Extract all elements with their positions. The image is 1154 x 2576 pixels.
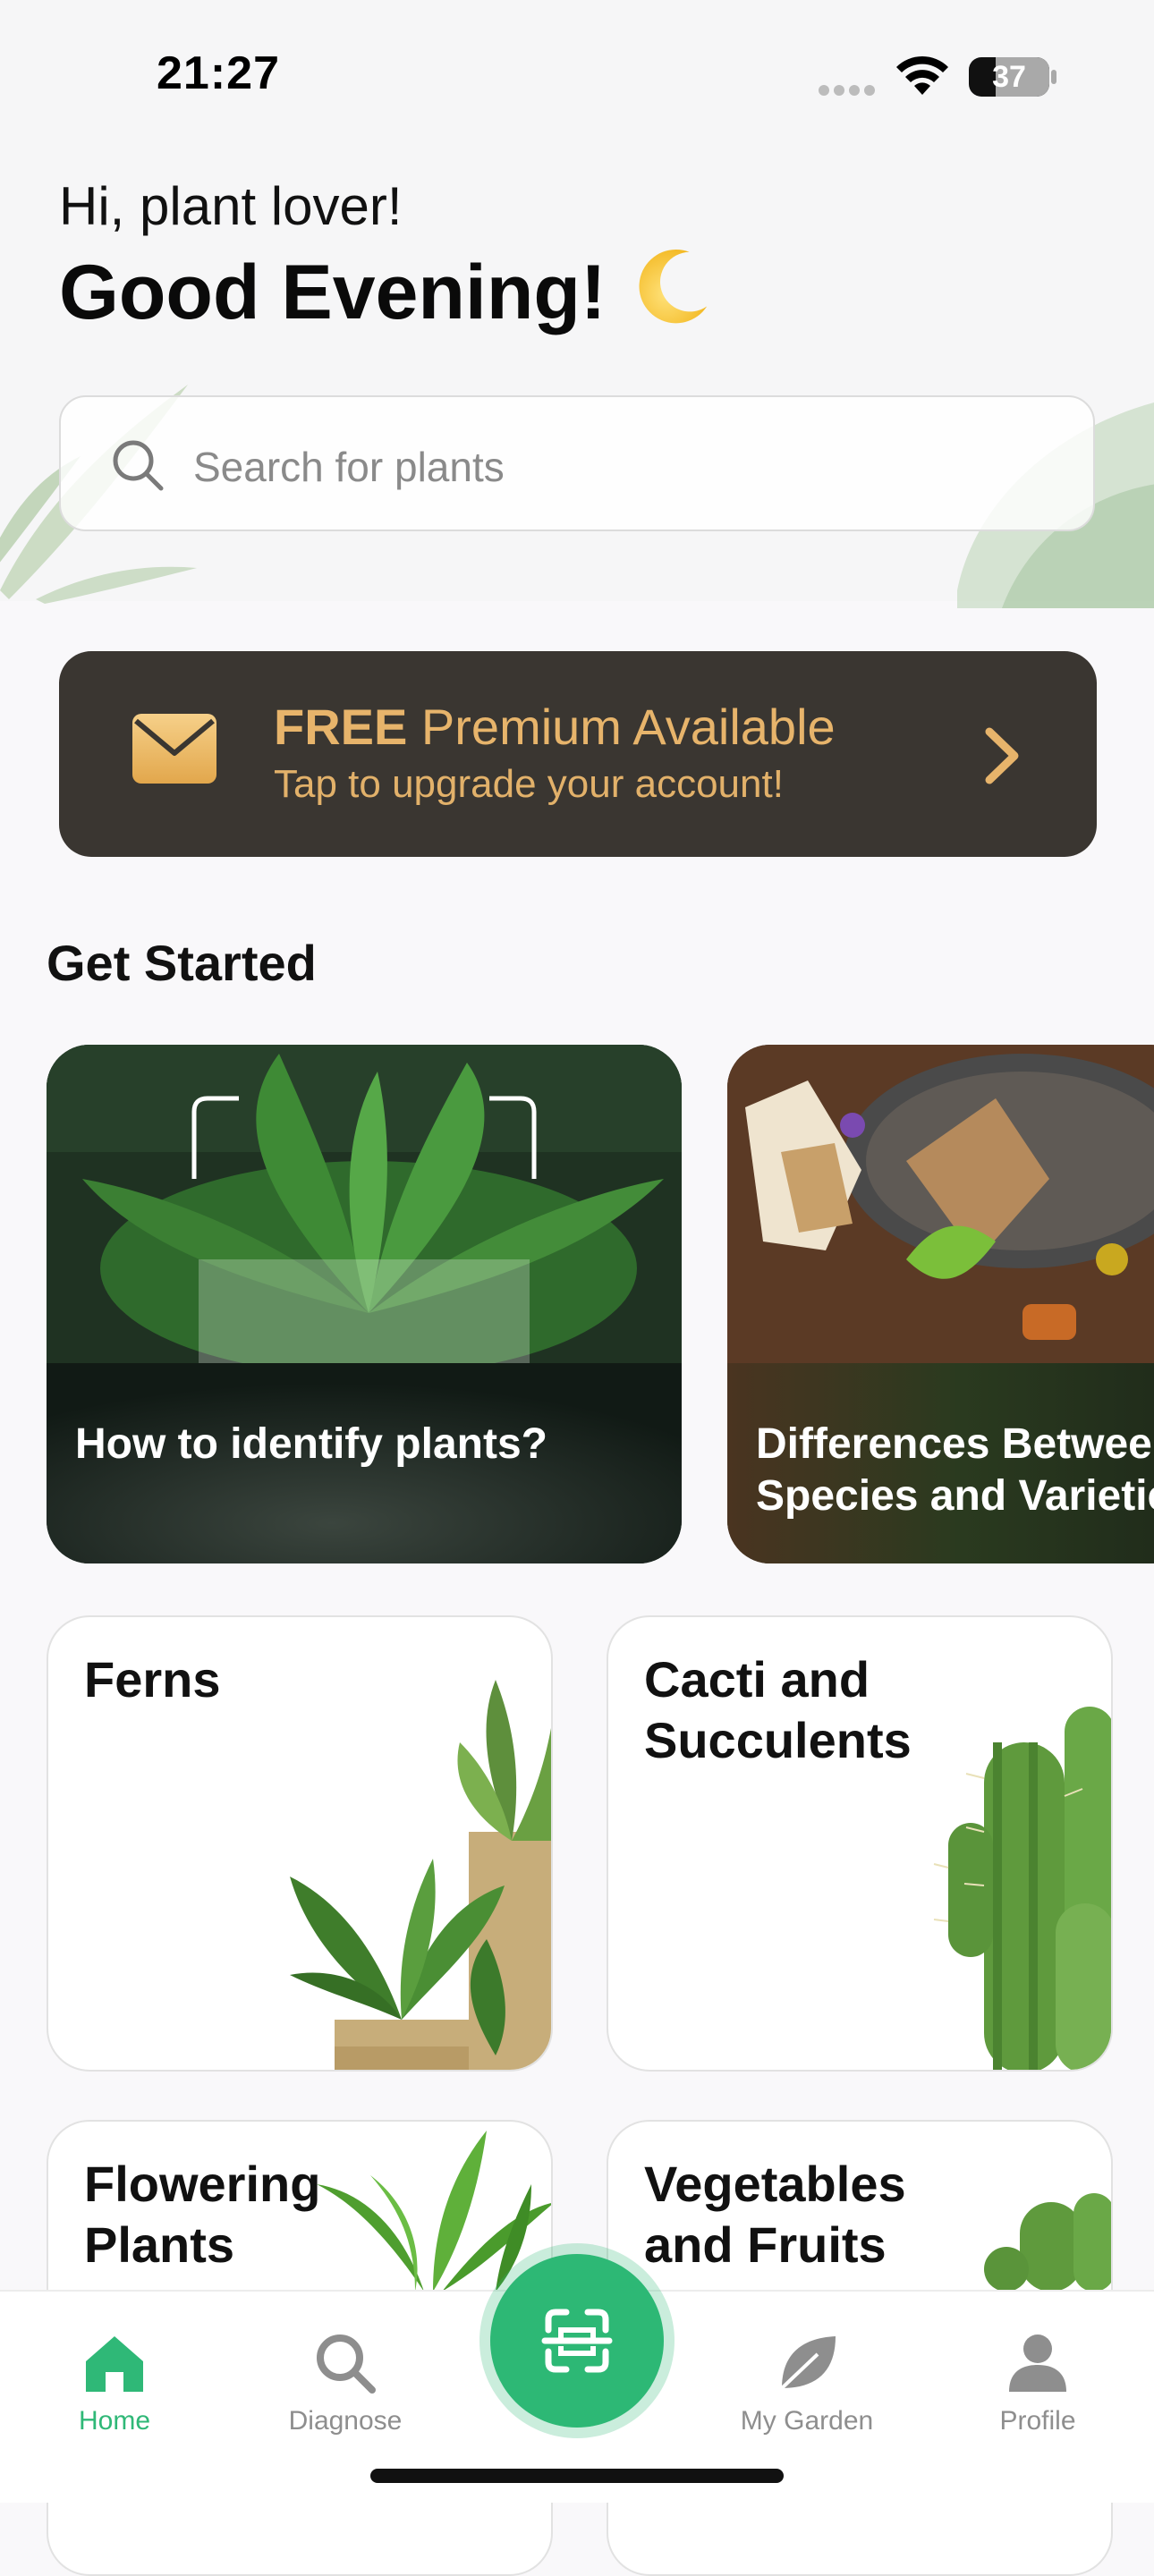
home-indicator [370,2469,784,2483]
category-card-cacti[interactable]: Cacti and Succulents [607,1615,1113,2072]
premium-title: FREE Premium Available [274,698,836,756]
user-icon [1009,2334,1066,2392]
battery-cap [1051,70,1056,84]
scan-button[interactable] [490,2254,664,2428]
nav-label: Diagnose [288,2406,403,2436]
category-label: Vegetables and Fruits [644,2154,906,2275]
cactus-image [933,1707,1111,2070]
premium-title-rest: Premium Available [420,699,836,755]
category-line-1: Cacti and [644,1651,870,1707]
search-input[interactable] [191,435,1000,499]
nav-item-diagnose[interactable]: Diagnose [256,2308,435,2442]
section-title-get-started: Get Started [47,935,317,991]
battery-icon: 37 [969,57,1049,97]
mail-icon [132,714,216,784]
label-line-1: Differences Betwee [756,1420,1152,1468]
label-line-2: Species and Varietie [756,1472,1154,1520]
greeting-text: Hi, plant lover! [59,176,403,236]
nav-label: Profile [999,2406,1076,2436]
get-started-card-identify[interactable]: How to identify plants? [47,1045,682,1563]
category-line-1: Flowering [84,2156,321,2212]
nav-item-profile[interactable]: Profile [948,2308,1127,2442]
nav-label: Home [78,2406,151,2436]
nav-item-home[interactable]: Home [25,2308,204,2442]
search-bar[interactable] [59,395,1095,531]
nav-label: My Garden [740,2406,874,2436]
category-line-2: Plants [84,2216,235,2273]
battery-level: 37 [992,60,1026,94]
search-icon [317,2334,376,2394]
premium-title-bold: FREE [274,699,408,755]
category-line-1: Vegetables [644,2156,906,2212]
get-started-card-species[interactable]: Differences Betwee Species and Varietie [727,1045,1154,1563]
fern-plant-image [290,1680,551,2070]
category-line-2: and Fruits [644,2216,887,2273]
category-card-ferns[interactable]: Ferns [47,1615,553,2072]
moon-icon [639,249,708,324]
chevron-right-icon [985,727,1019,784]
leaf-icon [780,2336,836,2390]
nav-item-my-garden[interactable]: My Garden [717,2308,896,2442]
search-icon [113,440,164,491]
premium-subtitle: Tap to upgrade your account! [274,762,784,806]
category-line-1: Ferns [84,1651,221,1707]
category-label: Cacti and Succulents [644,1649,912,1771]
category-label: Ferns [84,1649,221,1710]
get-started-card-label: How to identify plants? [75,1420,547,1468]
category-label: Flowering Plants [84,2154,320,2275]
cellular-signal-icon [819,84,881,97]
category-line-2: Succulents [644,1712,912,1768]
flowering-plant-image [317,2131,551,2292]
plant-scan-image [47,1045,682,1363]
gardening-image [727,1045,1154,1363]
vegetable-plant-image [984,2193,1111,2292]
wifi-icon [896,55,948,95]
home-icon [86,2336,143,2392]
status-time: 21:27 [157,47,280,99]
scan-icon [541,2309,613,2373]
page-title: Good Evening! [59,250,607,335]
get-started-card-label: Differences Betwee Species and Varietie [756,1419,1154,1522]
premium-banner[interactable]: FREE Premium Available Tap to upgrade yo… [59,651,1097,857]
